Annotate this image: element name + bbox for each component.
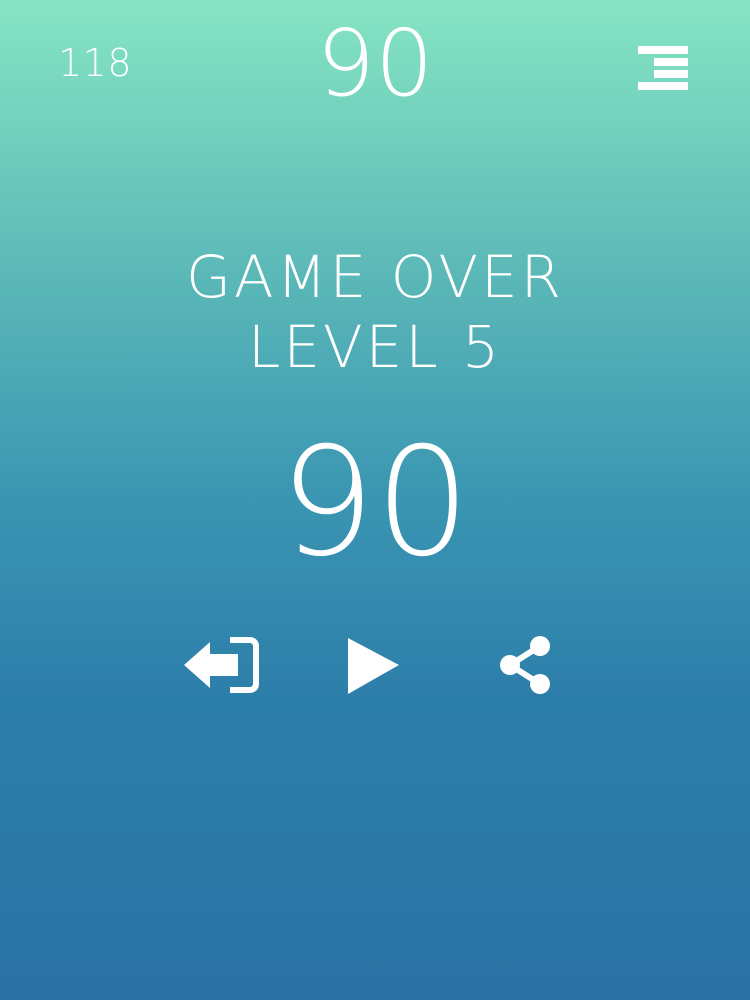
share-icon xyxy=(500,636,550,694)
exit-button[interactable] xyxy=(180,632,260,702)
exit-arrow-icon xyxy=(184,637,259,693)
level-label: LEVEL 5 xyxy=(248,313,502,381)
play-again-button[interactable] xyxy=(333,632,413,702)
menu-bars-icon xyxy=(638,46,688,90)
final-score: 90 xyxy=(279,416,471,590)
play-icon xyxy=(348,638,399,694)
game-over-panel: GAME OVER LEVEL 5 xyxy=(0,242,750,382)
game-over-title: GAME OVER xyxy=(185,243,564,311)
menu-button[interactable] xyxy=(632,42,694,94)
share-button[interactable] xyxy=(488,632,568,702)
action-bar xyxy=(0,632,750,702)
